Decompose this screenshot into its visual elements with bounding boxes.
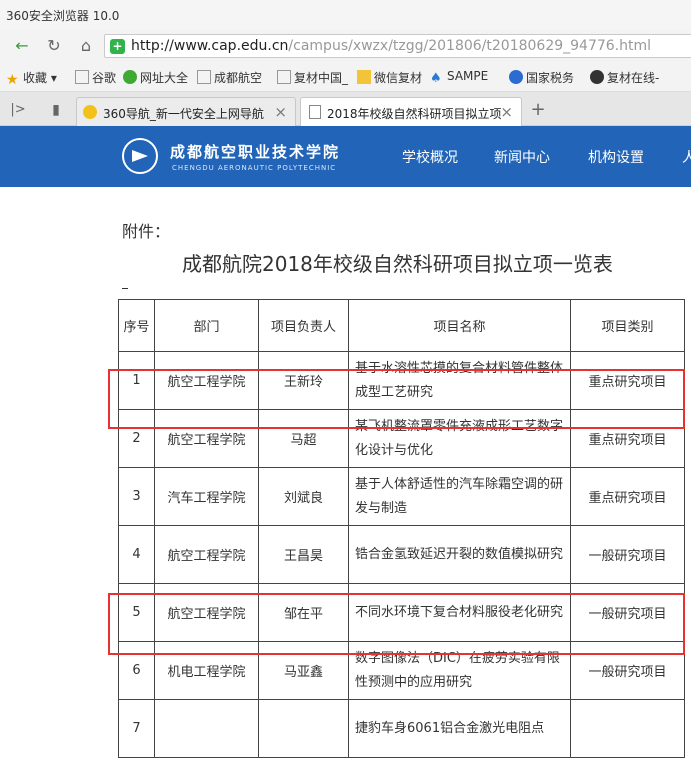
- page-icon: [197, 70, 211, 84]
- folder-icon: [357, 70, 371, 84]
- cell-type: 重点研究项目: [570, 467, 685, 526]
- phone-icon[interactable]: ▮: [44, 98, 68, 122]
- table-row: 7 捷豹车身6061铝合金激光电阻点: [118, 699, 685, 758]
- site-name[interactable]: 成都航空职业技术学院: [170, 141, 340, 162]
- cell-dept: [154, 699, 259, 758]
- cell-lead: 刘斌良: [258, 467, 349, 526]
- home-icon[interactable]: ⌂: [74, 34, 98, 58]
- tab-bar: |> ▮ 360导航_新一代安全上网导航 × 2018年校级自然科研项目拟立项 …: [0, 92, 691, 127]
- menu-item-departments[interactable]: 机构设置: [588, 147, 644, 167]
- star-icon: ★: [6, 72, 19, 88]
- cell-dept: 汽车工程学院: [154, 467, 259, 526]
- table-row: 4 航空工程学院 王昌昊 锆合金氢致延迟开裂的数值模拟研究 一般研究项目: [118, 525, 685, 584]
- close-tab-icon[interactable]: ×: [274, 103, 287, 121]
- header-cell: 项目负责人: [258, 299, 349, 352]
- address-bar[interactable]: + http://www.cap.edu.cn/campus/xwzx/tzgg…: [104, 34, 691, 58]
- cell-project-name: 捷豹车身6061铝合金激光电阻点: [348, 699, 571, 758]
- secure-shield-icon: +: [110, 39, 125, 54]
- article-content: 附件： 成都航院2018年校级自然科研项目拟立项一览表 序号 部门 项目负责人 …: [0, 187, 691, 758]
- sampe-icon: ♠: [430, 71, 442, 86]
- site-subname: CHENGDU AERONAUTIC POLYTECHNIC: [172, 164, 337, 172]
- bookmark-item[interactable]: 谷歌: [75, 69, 116, 86]
- browser-nav-bar: ← ↻ ⌂ + http://www.cap.edu.cn/campus/xwz…: [0, 30, 691, 62]
- cell-type: [570, 699, 685, 758]
- menu-item-about[interactable]: 学校概况: [402, 147, 458, 167]
- tab-current[interactable]: 2018年校级自然科研项目拟立项 ×: [300, 97, 522, 127]
- bookmark-item[interactable]: 国家税务: [509, 69, 574, 86]
- attachment-label: 附件：: [122, 222, 171, 241]
- header-cell: 项目名称: [348, 299, 571, 352]
- cell-no: 4: [118, 525, 155, 584]
- header-cell: 项目类别: [570, 299, 685, 352]
- page-icon: [75, 70, 89, 84]
- cell-dept: 航空工程学院: [154, 525, 259, 584]
- menu-item-more[interactable]: 人: [682, 147, 691, 167]
- table-row: 3 汽车工程学院 刘斌良 基于人体舒适性的汽车除霜空调的研发与制造 重点研究项目: [118, 467, 685, 526]
- page-title: 成都航院2018年校级自然科研项目拟立项一览表: [182, 252, 613, 276]
- refresh-icon[interactable]: ↻: [42, 34, 66, 58]
- bookmark-item[interactable]: ♠ SAMPE: [430, 69, 488, 86]
- table-header-row: 序号 部门 项目负责人 项目名称 项目类别: [118, 299, 685, 352]
- highlight-box-row-5: [108, 593, 685, 655]
- highlight-box-row-1: [108, 369, 685, 429]
- tax-icon: [509, 70, 523, 84]
- divider: [122, 288, 128, 289]
- bookmark-item[interactable]: 复材中国_: [277, 69, 348, 86]
- college-logo-icon[interactable]: [122, 138, 158, 174]
- project-table: 序号 部门 项目负责人 项目名称 项目类别 1 航空工程学院 王新玲 基于水溶性…: [118, 299, 685, 758]
- bookmark-item[interactable]: 复材在线-: [590, 69, 659, 86]
- page-icon: [309, 105, 321, 119]
- sidebar-toggle-icon[interactable]: |>: [6, 98, 30, 122]
- close-tab-icon[interactable]: ×: [500, 103, 513, 121]
- cell-lead: [258, 699, 349, 758]
- address-url: http://www.cap.edu.cn/campus/xwzx/tzgg/2…: [131, 38, 652, 54]
- browser-title-bar: 360安全浏览器 10.0: [0, 0, 691, 30]
- bookmark-favorites[interactable]: ★ 收藏 ▾: [6, 69, 57, 87]
- menu-item-news[interactable]: 新闻中心: [494, 147, 550, 167]
- new-tab-button[interactable]: +: [526, 98, 550, 122]
- chat-icon: [590, 70, 604, 84]
- browser-title: 360安全浏览器 10.0: [6, 9, 120, 23]
- bookmarks-bar: ★ 收藏 ▾ 谷歌 网址大全 成都航空 复材中国_ 微信复材 ♠ SAMPE 国家税…: [0, 62, 691, 92]
- cell-no: 3: [118, 467, 155, 526]
- nav-360-icon: [123, 70, 137, 84]
- cell-project-name: 锆合金氢致延迟开裂的数值模拟研究: [348, 525, 571, 584]
- bookmark-item[interactable]: 网址大全: [123, 69, 188, 86]
- cell-lead: 王昌昊: [258, 525, 349, 584]
- cell-no: 7: [118, 699, 155, 758]
- tab-360-nav[interactable]: 360导航_新一代安全上网导航 ×: [76, 97, 296, 126]
- page-icon: [277, 70, 291, 84]
- cell-project-name: 基于人体舒适性的汽车除霜空调的研发与制造: [348, 467, 571, 526]
- back-arrow-icon[interactable]: ←: [10, 34, 34, 58]
- bookmark-item[interactable]: 微信复材: [357, 69, 422, 86]
- bookmark-item[interactable]: 成都航空: [197, 69, 262, 86]
- header-cell: 部门: [154, 299, 259, 352]
- header-cell: 序号: [118, 299, 155, 352]
- site-header: 成都航空职业技术学院 CHENGDU AERONAUTIC POLYTECHNI…: [0, 126, 691, 187]
- cell-type: 一般研究项目: [570, 525, 685, 584]
- nav-360-icon: [83, 105, 97, 119]
